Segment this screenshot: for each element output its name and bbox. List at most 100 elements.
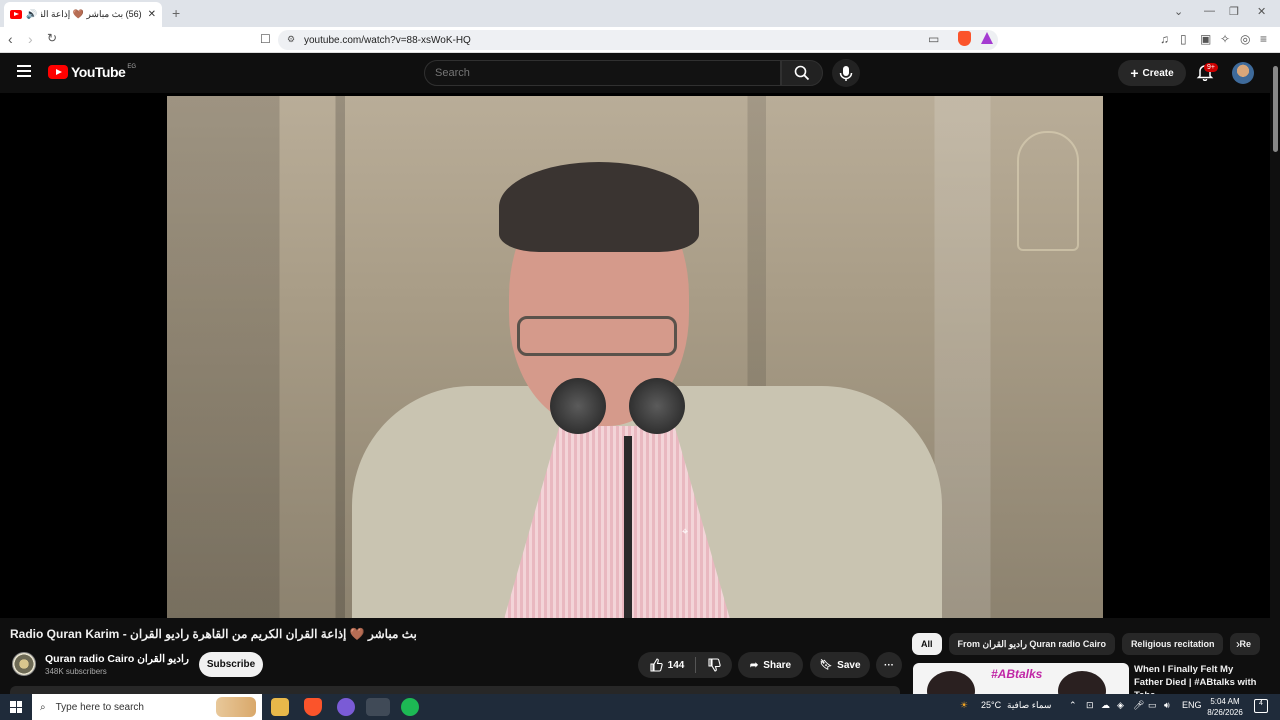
temperature[interactable]: 25°C — [981, 700, 1001, 710]
microphone-left — [550, 378, 606, 434]
weather-description[interactable]: سماء صافية — [1007, 700, 1051, 711]
tab-title: (56) بث مباشر 🤎 إذاعة القران — [41, 9, 142, 19]
tray-overflow-icon[interactable]: ⌃ — [1069, 700, 1077, 711]
mouse-cursor-icon: ⌖ — [682, 526, 689, 538]
close-tab-icon[interactable]: ✕ — [148, 9, 156, 20]
maximize-icon[interactable]: ❐ — [1229, 5, 1239, 18]
microphone-right — [629, 378, 685, 434]
thumb-tag: #ABtalks — [991, 667, 1043, 681]
recommended-title[interactable]: When I Finally Felt My Father Died | #AB… — [1134, 663, 1264, 694]
close-window-icon[interactable]: ✕ — [1257, 5, 1266, 18]
search-icon — [794, 65, 810, 81]
site-info-icon[interactable]: ⚙ — [287, 34, 295, 45]
account-avatar[interactable] — [1232, 62, 1254, 84]
windows-taskbar: ⌕ Type here to search ☀ 25°C سماء صافية … — [0, 694, 1280, 720]
video-frame[interactable]: ⌖ — [167, 96, 1103, 618]
like-divider — [695, 657, 697, 673]
voice-search-button[interactable] — [832, 59, 860, 87]
chip-related[interactable]: Re — [1230, 633, 1260, 655]
vpn-icon[interactable]: ◎ — [1240, 32, 1250, 46]
channel-avatar[interactable] — [12, 652, 36, 676]
video-player[interactable]: ⌖ — [0, 93, 1270, 618]
thumb-person-right — [1058, 671, 1106, 694]
save-label: Save — [837, 659, 861, 671]
like-icon[interactable] — [649, 658, 663, 672]
share-button[interactable]: ➦ Share — [738, 652, 803, 678]
channel-name[interactable]: Quran radio Cairo راديو القران — [45, 653, 189, 665]
watermark-logo — [1017, 131, 1079, 251]
weather-icon[interactable]: ☀ — [960, 700, 968, 711]
clock-time: 5:04 AM — [1210, 697, 1240, 706]
url-text: youtube.com/watch?v=88-xsWoK-HQ — [304, 34, 471, 46]
search-highlight-image — [216, 697, 256, 717]
recommended-thumbnail[interactable]: #ABtalks — [913, 663, 1129, 694]
create-button[interactable]: + Create — [1118, 60, 1186, 86]
youtube-logo[interactable]: YouTube EG — [48, 64, 136, 80]
filter-chips: All From راديو القران Quran radio Cairo … — [912, 633, 1260, 655]
taskbar-search[interactable]: ⌕ Type here to search — [32, 694, 262, 720]
hamburger-menu-icon[interactable] — [17, 65, 31, 77]
tray-network-app-icon[interactable]: ☁ — [1101, 700, 1110, 711]
reload-icon[interactable]: ↻ — [47, 31, 57, 45]
search-input[interactable] — [424, 60, 781, 86]
create-label: Create — [1142, 67, 1174, 79]
dislike-icon[interactable] — [707, 658, 722, 672]
wallet-icon[interactable]: ▣ — [1200, 32, 1211, 46]
youtube-favicon-icon — [10, 10, 22, 19]
chip-all[interactable]: All — [912, 633, 942, 655]
windows-start-icon[interactable] — [10, 701, 22, 713]
brave-rewards-icon[interactable] — [981, 32, 993, 44]
more-actions-button[interactable]: ··· — [876, 652, 902, 678]
reciter-hair — [499, 162, 699, 252]
tray-mic-icon[interactable]: 🎤︎ — [1133, 700, 1144, 711]
video-title: بث مباشر 🤎 إذاعة القران الكريم من القاهر… — [10, 627, 417, 641]
sidebar-icon[interactable]: ▯ — [1180, 32, 1187, 46]
back-icon[interactable]: ‹ — [8, 31, 13, 47]
subscribe-button[interactable]: Subscribe — [199, 652, 263, 677]
logo-text: YouTube — [71, 64, 126, 80]
search-button[interactable] — [781, 60, 823, 86]
notification-center-icon[interactable]: 4 — [1254, 699, 1268, 713]
brave-shields-icon[interactable] — [958, 31, 971, 46]
browser-tab[interactable]: 🔊 (56) بث مباشر 🤎 إذاعة القران ✕ — [4, 2, 162, 27]
bookmark-icon[interactable]: ☐ — [260, 32, 271, 46]
like-dislike-group: 144 — [638, 652, 732, 678]
share-icon: ➦ — [749, 659, 759, 671]
youtube-play-icon — [48, 65, 68, 79]
page-scrollbar-thumb[interactable] — [1273, 66, 1278, 152]
save-button[interactable]: 🔖︎ Save — [810, 652, 870, 678]
tab-search-icon[interactable]: ⌄ — [1174, 5, 1183, 18]
spotify-icon[interactable] — [401, 698, 419, 716]
discord-app-icon[interactable] — [337, 698, 355, 716]
volume-icon[interactable]: 🔊︎ — [1164, 700, 1170, 711]
minimize-icon[interactable]: — — [1204, 5, 1215, 17]
leo-ai-icon[interactable]: ✧ — [1220, 32, 1230, 46]
chip-from-channel[interactable]: From راديو القران Quran radio Cairo — [948, 633, 1115, 655]
file-explorer-icon[interactable] — [271, 698, 289, 716]
microphone-icon — [839, 66, 853, 81]
url-field[interactable]: ⚙ youtube.com/watch?v=88-xsWoK-HQ — [278, 30, 998, 50]
language-indicator[interactable]: ENG — [1182, 700, 1202, 710]
tray-app-icon[interactable]: ⊡ — [1086, 700, 1094, 711]
like-count[interactable]: 144 — [668, 660, 685, 671]
chip-religious-recitation[interactable]: Religious recitation — [1121, 633, 1224, 655]
obs-app-icon[interactable] — [366, 698, 390, 716]
media-icon[interactable]: ♫ — [1160, 32, 1169, 46]
taskbar-search-icon: ⌕ — [40, 701, 46, 713]
country-code: EG — [127, 64, 136, 70]
speaker-icon[interactable]: 🔊 — [26, 9, 37, 20]
browser-tab-strip: 🔊 (56) بث مباشر 🤎 إذاعة القران ✕ + ⌄ — ❐… — [0, 0, 1280, 27]
taskbar-clock[interactable]: 5:04 AM 8/26/2026 — [1200, 696, 1250, 718]
tray-shield-icon[interactable]: ◈ — [1117, 700, 1124, 711]
thumb-person-left — [927, 671, 975, 694]
chevron-right-icon[interactable]: › — [1236, 637, 1240, 651]
description-box[interactable] — [10, 686, 900, 694]
reciter-glasses — [517, 316, 677, 356]
menu-icon[interactable]: ≡ — [1260, 32, 1267, 46]
brave-browser-icon[interactable] — [304, 698, 322, 716]
cast-icon[interactable]: ▭ — [928, 32, 939, 46]
new-tab-button[interactable]: + — [172, 5, 180, 21]
network-icon[interactable]: ▭ — [1148, 700, 1157, 711]
notification-badge: 9+ — [1204, 63, 1218, 72]
forward-icon[interactable]: › — [28, 31, 33, 47]
